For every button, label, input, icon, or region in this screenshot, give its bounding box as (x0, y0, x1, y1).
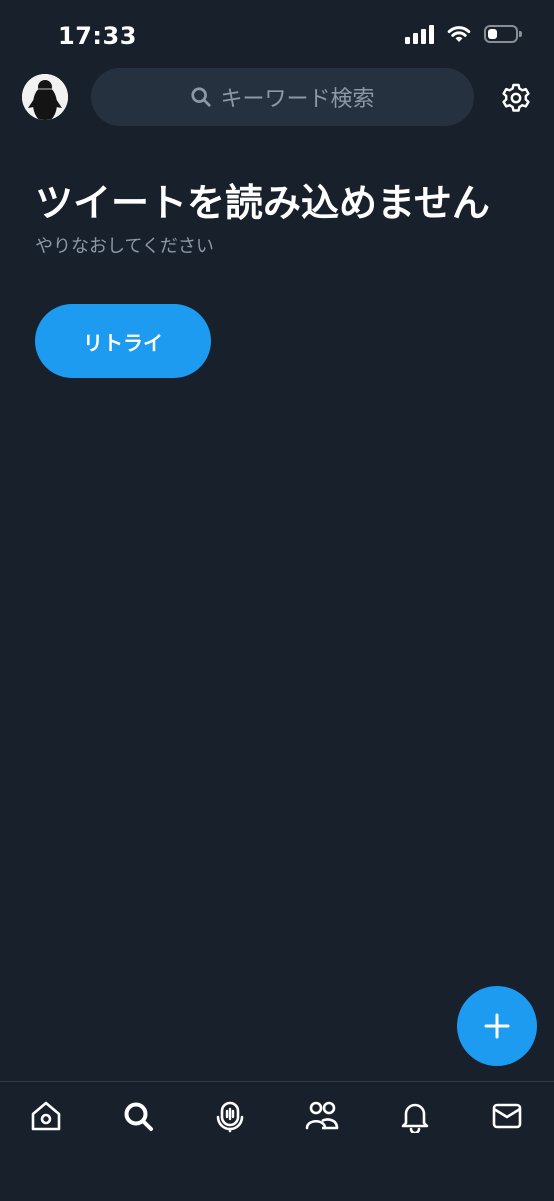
battery-icon (484, 25, 522, 43)
nav-spaces[interactable] (210, 1096, 250, 1136)
error-title: ツイートを読み込めません (35, 181, 490, 225)
bottom-nav (0, 1081, 554, 1201)
search-icon (124, 1102, 153, 1131)
mail-icon (492, 1103, 522, 1129)
profile-avatar[interactable] (22, 74, 68, 120)
nav-communities[interactable] (302, 1096, 342, 1136)
nav-home[interactable] (26, 1096, 66, 1136)
status-time: 17:33 (58, 22, 137, 50)
status-bar: 17:33 (0, 0, 554, 64)
microphone-icon (216, 1101, 244, 1133)
bell-icon (401, 1103, 429, 1133)
battery-cap (519, 31, 522, 37)
wifi-icon (447, 26, 471, 42)
retry-button[interactable]: リトライ (35, 304, 211, 378)
battery-fill (488, 29, 497, 39)
main-content: ツイートを読み込めません やりなおしてください リトライ (35, 175, 525, 378)
plus-icon (484, 1013, 510, 1039)
home-icon (31, 1101, 61, 1131)
signal-icon (405, 24, 434, 44)
settings-button[interactable] (500, 82, 532, 114)
nav-messages[interactable] (487, 1096, 527, 1136)
avatar-image (22, 74, 68, 120)
error-subtitle: やりなおしてください (35, 236, 214, 257)
nav-notifications[interactable] (395, 1096, 435, 1136)
search-placeholder: キーワード検索 (220, 87, 375, 112)
header: キーワード検索 (0, 66, 554, 130)
status-icons (405, 24, 522, 44)
people-icon (305, 1101, 339, 1130)
compose-fab[interactable] (457, 986, 537, 1066)
search-bar[interactable]: キーワード検索 (91, 68, 474, 126)
nav-search[interactable] (118, 1096, 158, 1136)
search-icon (191, 87, 212, 107)
gear-icon (502, 83, 530, 112)
